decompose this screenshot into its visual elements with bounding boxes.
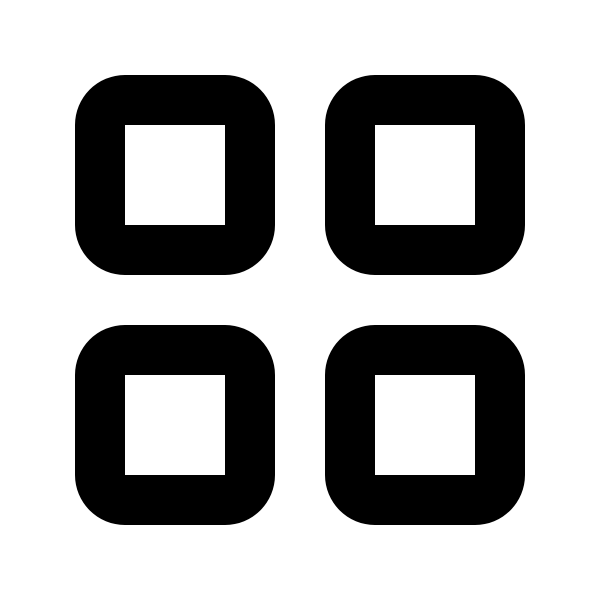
- grid-tile-top-left: [75, 75, 275, 275]
- icon-canvas: [0, 0, 600, 600]
- grid-tile-bottom-right: [325, 325, 525, 525]
- grid-tile-top-right: [325, 75, 525, 275]
- grid-icon: [75, 75, 525, 525]
- grid-tile-bottom-left: [75, 325, 275, 525]
